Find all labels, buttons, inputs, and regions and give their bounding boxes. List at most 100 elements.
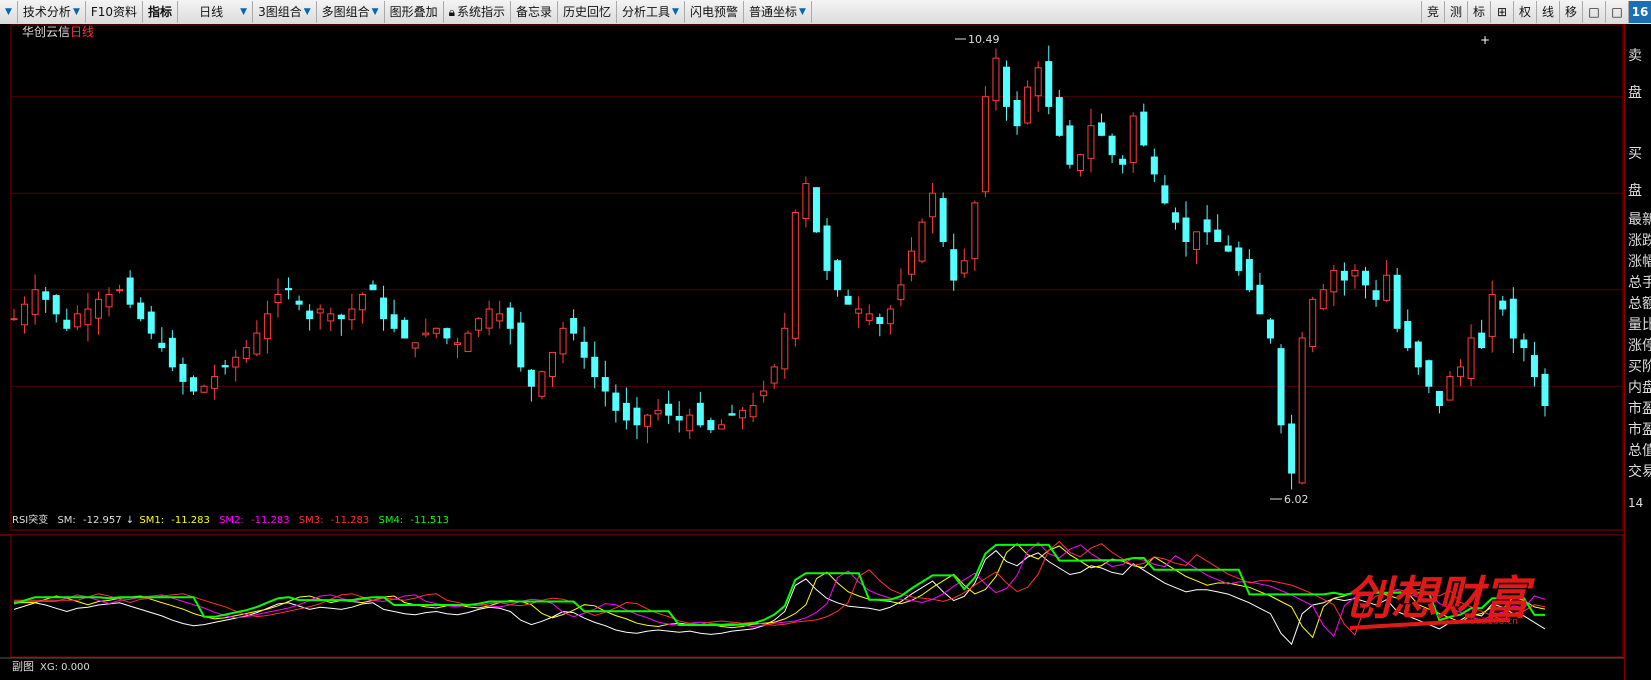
chevron-down-icon: ▼ — [371, 7, 379, 17]
candle-body — [1372, 290, 1380, 300]
window-icon[interactable]: □ — [1582, 1, 1605, 23]
test-button[interactable]: 测 — [1444, 1, 1467, 23]
candle-body — [1150, 156, 1158, 175]
toolbar-item-f10[interactable]: F10资料 — [86, 1, 144, 23]
candle-body — [179, 363, 187, 382]
candle-body — [1351, 269, 1359, 277]
toolbar-item-3-chart[interactable]: 3图组合 ▼ — [253, 1, 317, 23]
candle-body — [950, 249, 958, 281]
candle-body — [1140, 111, 1148, 146]
candle-body — [1467, 337, 1475, 380]
candle-body — [622, 402, 630, 421]
candle-body — [1425, 360, 1433, 387]
candle-body — [591, 356, 599, 378]
side-pe-1: 市盈 — [1628, 401, 1651, 417]
right-toolbar: 竞 测 标 ⊞ 权 线 移 □ □ 16 — [1421, 0, 1651, 24]
sm1-value: -11.283 — [171, 515, 210, 526]
toolbar-item-tech-analysis[interactable]: 技术分析 ▼ — [18, 1, 86, 23]
candle-body — [538, 371, 546, 397]
candle-body — [116, 289, 124, 292]
side-amount: 总额 — [1628, 296, 1651, 312]
candle-body — [1488, 294, 1496, 337]
toolbar-item-daily[interactable]: 日线 ▼ — [178, 1, 254, 23]
candle-body — [1319, 289, 1327, 310]
candle-body — [770, 366, 778, 384]
sm3-value: -11.283 — [331, 515, 370, 526]
candle-body — [263, 313, 271, 340]
candle-body — [1182, 217, 1190, 242]
candle-body — [844, 295, 852, 305]
move-button[interactable]: 移 — [1559, 1, 1582, 23]
candle-body — [686, 414, 694, 432]
candle-body — [211, 376, 219, 389]
candle-body — [390, 314, 398, 329]
system-label: 系统指示 — [456, 5, 505, 19]
candle-body — [675, 416, 683, 421]
tech-analysis-label: 技术分析 — [22, 5, 71, 19]
watermark-url: 995168.cn — [1470, 617, 1518, 627]
candle-body — [168, 337, 176, 368]
candle-body — [886, 308, 894, 325]
rights-button[interactable]: 权 — [1513, 1, 1536, 23]
chart-area[interactable]: 华创云信 日线 10.49 6.02 + RSI突变 SM: -12.957 ↓… — [0, 24, 1625, 680]
toolbar-item-multi-chart[interactable]: 多图组合 ▼ — [317, 1, 385, 23]
candle-body — [897, 284, 905, 301]
mark-button[interactable]: 标 — [1467, 1, 1490, 23]
candle-body — [907, 250, 915, 275]
toolbar-item-system[interactable]: 🔒︎ 系统指示 — [444, 1, 511, 23]
candle-body — [1330, 269, 1338, 293]
low-label: 6.02 — [1284, 493, 1309, 506]
candle-body — [971, 202, 979, 260]
grid-icon[interactable]: ⊞ — [1490, 1, 1513, 23]
candle-body — [1288, 423, 1296, 474]
candle-body — [960, 260, 968, 274]
candle-body — [644, 414, 652, 427]
candle-body — [1541, 373, 1549, 407]
candle-body — [158, 342, 166, 349]
side-latest: 最新 — [1628, 212, 1651, 228]
candle-body — [1193, 231, 1201, 250]
footer-xg: XG: 0.000 — [40, 662, 90, 673]
candle-body — [221, 365, 229, 368]
candle-body — [1383, 274, 1391, 301]
candle-body — [1340, 270, 1348, 281]
candle-body — [1509, 298, 1517, 339]
candle-body — [1055, 97, 1063, 136]
indicator-header: RSI突变 SM: -12.957 ↓ SM1: -11.283 SM2: -1… — [12, 513, 449, 526]
toolbar-item-indicator[interactable]: 指标 — [143, 1, 179, 23]
candle-body — [369, 284, 377, 291]
candle-body — [559, 327, 567, 355]
bid-button[interactable]: 竞 — [1421, 1, 1444, 23]
candle-body — [1530, 355, 1538, 378]
candle-body — [1520, 339, 1528, 349]
candle-body — [527, 369, 535, 387]
candle-body — [327, 313, 335, 322]
toolbar-item-overlay[interactable]: 图形叠加 — [385, 1, 444, 23]
candle-body — [475, 318, 483, 331]
toolbar-item-alert[interactable]: 闪电预警 — [685, 1, 744, 23]
line-button[interactable]: 线 — [1536, 1, 1559, 23]
restore-icon[interactable]: □ — [1605, 1, 1628, 23]
watermark: 创想财富 995168.cn — [1345, 571, 1536, 630]
candle-body — [717, 424, 725, 430]
toolbar-item-memo[interactable]: 备忘录 — [511, 1, 558, 23]
daily-label: 日线 — [199, 5, 224, 19]
sm4-label: SM4: — [378, 515, 403, 526]
alert-label: 闪电预警 — [689, 5, 738, 19]
stock-name: 华创云信 — [22, 25, 70, 39]
candle-body — [1034, 67, 1042, 97]
corner-badge[interactable]: 16 — [1628, 1, 1651, 23]
candle-body — [601, 377, 609, 392]
candle-body — [517, 322, 525, 368]
toolbar-item-tools[interactable]: 分析工具 ▼ — [617, 1, 685, 23]
candle-body — [200, 385, 208, 393]
sm4-value: -11.513 — [410, 515, 449, 526]
toolbar-menu-arrow[interactable]: ▼ — [0, 1, 18, 23]
candle-body — [126, 277, 134, 305]
toolbar: ▼ 技术分析 ▼ F10资料 指标 日线 ▼ 3图组合 ▼ 多图组合 ▼ 图形叠加 🔒︎… — [0, 0, 1651, 25]
candle-body — [781, 327, 789, 370]
candle-body — [1362, 270, 1370, 286]
toolbar-item-coord[interactable]: 普通坐标 ▼ — [744, 1, 812, 23]
toolbar-item-history[interactable]: 历史回忆 — [558, 1, 618, 23]
candle-body — [865, 313, 873, 321]
